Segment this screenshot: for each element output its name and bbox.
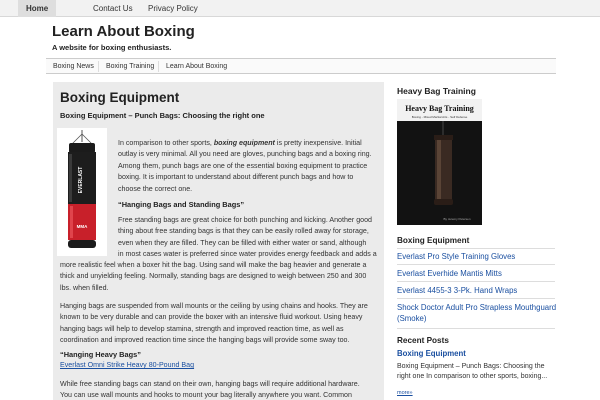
bag-mma-text: MMA xyxy=(77,224,88,229)
paragraph-line: You can use wall mounts and hooks to mou… xyxy=(60,391,352,400)
recent-post-link[interactable]: Boxing Equipment xyxy=(397,348,557,359)
sidebar-divider xyxy=(397,264,555,265)
intro-emphasis: boxing equipment xyxy=(213,139,275,147)
book-cover-author: By Jeremy Petersen xyxy=(443,217,470,221)
site-description: A website for boxing enthusiasts. xyxy=(52,43,172,52)
punching-bag-image: EVERLAST MMA xyxy=(57,128,107,256)
paragraph-line: thick and unyielding feeling. Normally, … xyxy=(60,272,367,281)
sidebar-divider xyxy=(397,281,555,282)
secondary-nav: Boxing News Boxing Training Learn About … xyxy=(46,58,556,74)
book-cover-title: Heavy Bag Training xyxy=(405,104,474,113)
paragraph-line: coordination and improved reaction time … xyxy=(60,336,350,345)
sidebar-divider xyxy=(397,328,555,329)
sidebar-link-gloves[interactable]: Everlast Pro Style Training Gloves xyxy=(397,251,557,262)
recent-post-more-link[interactable]: more» xyxy=(397,390,413,396)
paragraph-line: lbs. when filled. xyxy=(60,283,109,292)
intro-text: is pretty inexpensive. Initial xyxy=(274,139,362,147)
paragraph-line: even when they are filled. They can be f… xyxy=(118,238,367,247)
heading-hanging-standing: “Hanging Bags and Standing Bags” xyxy=(118,200,245,209)
paragraph-line: known to be very durable and can provide… xyxy=(60,313,363,322)
intro-line: boxing. It is important to understand ab… xyxy=(118,173,354,182)
standing-paragraph-indented: Free standing bags are great choice for … xyxy=(118,215,382,261)
heavy-bag-link[interactable]: Everlast Omni Strike Heavy 80-Pound Bag xyxy=(60,360,194,371)
site-title[interactable]: Learn About Boxing xyxy=(52,23,195,40)
paragraph-line: Hanging bags are suspended from wall mou… xyxy=(60,302,368,310)
intro-line: outlay is very minimal. All you need are… xyxy=(118,150,372,159)
top-nav-home[interactable]: Home xyxy=(18,0,57,17)
punching-bag-icon: EVERLAST MMA xyxy=(68,130,96,248)
sidebar-link-mouthguard[interactable]: Shock Doctor Adult Pro Strapless Mouthgu… xyxy=(397,302,557,324)
nav-boxing-training[interactable]: Boxing Training xyxy=(106,59,154,74)
sidebar-link-wraps[interactable]: Everlast 4455-3 3-Pk. Hand Wraps xyxy=(397,285,557,296)
article-subtitle: Boxing Equipment – Punch Bags: Choosing … xyxy=(60,111,265,120)
sidebar-link-mitts[interactable]: Everlast Everhide Mantis Mitts xyxy=(397,268,557,279)
sidebar-book-title[interactable]: Heavy Bag Training xyxy=(397,86,476,96)
nav-learn-about-boxing[interactable]: Learn About Boxing xyxy=(166,59,227,74)
top-nav: Home Contact Us Privacy Policy xyxy=(0,0,600,17)
top-nav-contact[interactable]: Contact Us xyxy=(93,0,133,17)
sidebar-equipment-heading: Boxing Equipment xyxy=(397,236,470,245)
sidebar-recent-heading: Recent Posts xyxy=(397,336,449,345)
top-nav-privacy[interactable]: Privacy Policy xyxy=(148,0,198,17)
page-title: Boxing Equipment xyxy=(60,90,180,105)
book-cover-art: Heavy Bag Training Boxing - Mixed Martia… xyxy=(397,99,482,225)
intro-text: In comparison to other sports, xyxy=(118,139,214,147)
book-cover-image[interactable]: Heavy Bag Training Boxing - Mixed Martia… xyxy=(397,99,482,225)
bag-brand-text: EVERLAST xyxy=(78,167,84,194)
heading-hanging-heavy: “Hanging Heavy Bags” xyxy=(60,350,141,359)
intro-paragraph: In comparison to other sports, boxing eq… xyxy=(118,138,382,195)
sidebar-divider xyxy=(397,248,555,249)
main-content: Boxing Equipment Boxing Equipment – Punc… xyxy=(53,82,384,400)
nav-boxing-news[interactable]: Boxing News xyxy=(53,59,94,74)
final-paragraph: While free standing bags can stand on th… xyxy=(60,379,382,400)
sidebar-divider xyxy=(397,298,555,299)
paragraph-line: thing about free standing bags is that t… xyxy=(118,227,369,236)
recent-post-excerpt: Boxing Equipment – Punch Bags: Choosing … xyxy=(397,363,548,380)
hanging-paragraph: Hanging bags are suspended from wall mou… xyxy=(60,301,382,347)
standing-paragraph-full: more realistic feel when a boxer hit the… xyxy=(60,260,382,294)
book-cover-subtitle: Boxing - Mixed Martial Arts - Self Defen… xyxy=(412,115,468,119)
paragraph-line: Free standing bags are great choice for … xyxy=(118,216,372,224)
paragraph-line: While free standing bags can stand on th… xyxy=(60,380,360,388)
nav-divider xyxy=(98,61,99,72)
paragraph-line: in most cases water is preferred since w… xyxy=(118,250,377,259)
paragraph-line: hanging bags will help to develop stamin… xyxy=(60,324,344,333)
nav-divider xyxy=(158,61,159,72)
paragraph-line: more realistic feel when a boxer hit the… xyxy=(60,261,367,269)
intro-line: choose the correct one. xyxy=(118,184,193,193)
intro-line: Among them, punch bags are one of the es… xyxy=(118,161,368,170)
